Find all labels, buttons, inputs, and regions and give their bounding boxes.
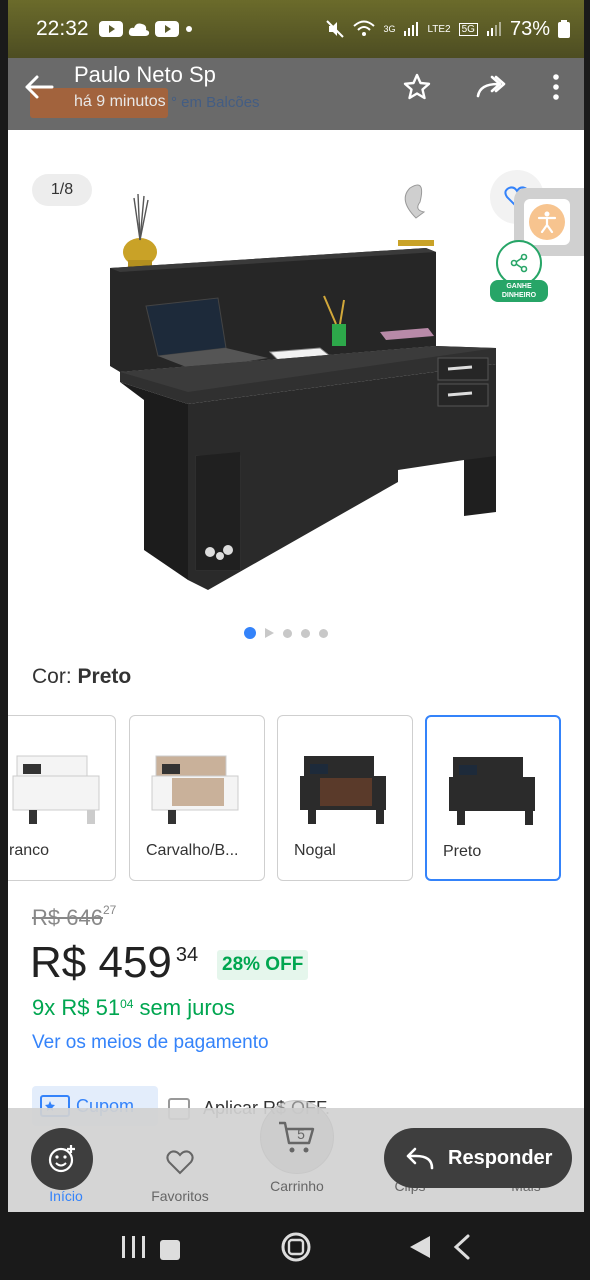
share-icon bbox=[510, 253, 528, 273]
variant-label: Nogal bbox=[294, 842, 336, 859]
nav-label: Início bbox=[49, 1188, 83, 1204]
current-price: R$ 459 34 bbox=[30, 938, 198, 988]
heart-icon bbox=[166, 1150, 194, 1175]
reply-label: Responder bbox=[448, 1146, 553, 1169]
variant-thumbnail bbox=[300, 756, 386, 824]
clock: 22:32 bbox=[36, 17, 89, 40]
youtube-icon bbox=[154, 21, 179, 37]
forward-icon[interactable] bbox=[474, 72, 508, 102]
accessibility-icon bbox=[537, 211, 557, 233]
original-price-value: R$ 646 bbox=[32, 905, 103, 930]
variant-carvalho[interactable]: Carvalho/B... bbox=[129, 715, 265, 881]
installments-cents: 04 bbox=[120, 997, 134, 1011]
network-label-5g: 5G bbox=[458, 22, 478, 36]
sender-name: Paulo Neto Sp bbox=[74, 62, 216, 87]
color-selected: Preto bbox=[77, 665, 132, 688]
carousel-dot[interactable] bbox=[283, 628, 292, 638]
system-icons: 3G LTE2 5G 73% bbox=[325, 18, 570, 41]
product-image-reception-desk bbox=[110, 184, 496, 590]
system-navigation-bar bbox=[0, 1212, 590, 1280]
bottom-navigation: Início Favoritos 5 Carrinho Clips Mais R… bbox=[8, 1100, 584, 1212]
youtube-icon bbox=[98, 21, 123, 37]
share-earn-label: GANHE DINHEIRO bbox=[490, 280, 548, 302]
nav-favoritos[interactable]: Favoritos bbox=[130, 1144, 230, 1204]
more-dot-icon bbox=[185, 26, 192, 32]
mute-icon bbox=[326, 20, 345, 38]
variant-nogal[interactable]: Nogal bbox=[277, 715, 413, 881]
variant-label: ranco bbox=[9, 842, 50, 859]
video-dot-icon[interactable] bbox=[265, 628, 274, 638]
star-icon[interactable] bbox=[402, 72, 432, 102]
variant-thumbnail bbox=[151, 755, 239, 824]
color-label: Cor: bbox=[32, 665, 72, 688]
product-gallery[interactable]: 1/8 GANHE DINHEIRO bbox=[8, 130, 584, 660]
cloud-icon bbox=[128, 23, 149, 36]
share-earn-button[interactable]: GANHE DINHEIRO bbox=[490, 240, 550, 304]
cart-icon: 5 bbox=[279, 1121, 315, 1153]
nav-label: Carrinho bbox=[270, 1178, 324, 1194]
underlay-text: ° em Balcões bbox=[171, 94, 260, 111]
back-arrow-icon[interactable] bbox=[22, 70, 56, 104]
installments: 9x R$ 5104 sem juros bbox=[32, 995, 235, 1021]
variant-label: Preto bbox=[443, 843, 482, 860]
original-price: R$ 64627 bbox=[32, 903, 117, 931]
cart-count: 5 bbox=[297, 1126, 305, 1142]
carousel-dots[interactable] bbox=[244, 627, 328, 639]
current-price-cents: 34 bbox=[175, 944, 199, 966]
battery-icon bbox=[558, 20, 570, 38]
add-emoji-icon bbox=[48, 1145, 75, 1173]
notification-icons bbox=[98, 20, 194, 38]
variant-thumbnail bbox=[12, 755, 100, 824]
variant-preto[interactable]: Preto bbox=[425, 715, 561, 881]
back-button-icon[interactable] bbox=[404, 1230, 478, 1264]
network-label-3g: 3G bbox=[383, 24, 396, 34]
emoji-reaction-button[interactable] bbox=[31, 1128, 93, 1190]
phone-frame: 22:32 3G LTE2 5G 73% ° em Balcões Paulo … bbox=[0, 0, 590, 1280]
variant-label: Carvalho/B... bbox=[146, 842, 239, 859]
carousel-dot[interactable] bbox=[301, 628, 310, 638]
home-button-icon[interactable] bbox=[278, 1230, 314, 1264]
signal-icon bbox=[404, 22, 419, 36]
color-variants: ranco Carvalho/B... Nogal Preto bbox=[8, 715, 584, 881]
more-options-icon[interactable] bbox=[542, 72, 570, 102]
network-label-lte: LTE2 bbox=[427, 23, 451, 35]
color-label-row: Cor: Preto bbox=[32, 665, 131, 689]
payment-methods-link[interactable]: Ver os meios de pagamento bbox=[32, 1032, 269, 1054]
cart-bubble[interactable]: 5 bbox=[260, 1100, 334, 1174]
screen: 22:32 3G LTE2 5G 73% ° em Balcões Paulo … bbox=[8, 0, 584, 1212]
discount-badge: 28% OFF bbox=[217, 950, 309, 980]
carousel-dot[interactable] bbox=[244, 627, 256, 639]
battery-level: 73% bbox=[509, 17, 550, 40]
nav-carrinho[interactable]: Carrinho bbox=[247, 1178, 347, 1194]
installments-prefix: 9x R$ 51 bbox=[32, 995, 121, 1020]
variant-branco[interactable]: ranco bbox=[8, 715, 116, 881]
status-bar: 22:32 3G LTE2 5G 73% bbox=[8, 0, 584, 58]
wifi-icon bbox=[353, 20, 376, 36]
variant-thumbnail bbox=[449, 757, 535, 825]
story-header: ° em Balcões Paulo Neto Sp há 9 minutos bbox=[8, 58, 584, 130]
carousel-dot[interactable] bbox=[319, 628, 328, 638]
reply-arrow-icon bbox=[406, 1147, 434, 1170]
current-price-value: R$ 459 bbox=[30, 938, 172, 987]
original-price-cents: 27 bbox=[102, 903, 117, 917]
image-counter: 1/8 bbox=[32, 174, 92, 206]
time-ago: há 9 minutos bbox=[74, 93, 166, 110]
nav-label: Favoritos bbox=[151, 1188, 209, 1204]
installments-suffix: sem juros bbox=[133, 995, 235, 1020]
recents-icon[interactable] bbox=[118, 1230, 184, 1264]
signal-icon bbox=[486, 22, 501, 36]
reply-button[interactable]: Responder bbox=[384, 1128, 572, 1188]
